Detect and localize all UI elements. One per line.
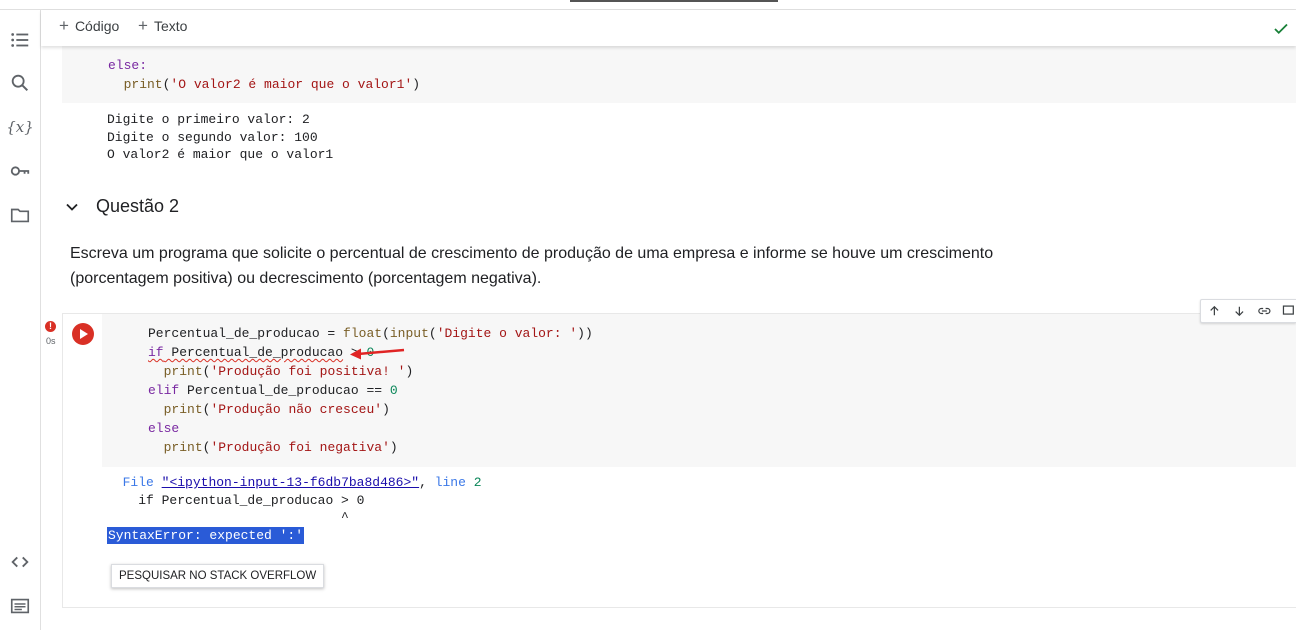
code-line: else xyxy=(148,421,180,436)
cell-code: Percentual_de_producao = float(input('Di… xyxy=(148,324,593,457)
add-text-label: Texto xyxy=(153,18,188,34)
previous-code-cell[interactable]: else: print('O valor2 é maior que o valo… xyxy=(62,40,1296,103)
chevron-down-icon[interactable] xyxy=(62,197,82,217)
cell-action-toolbar xyxy=(1200,299,1296,323)
traceback-file-line: File "<ipython-input-13-f6db7ba8d486>", … xyxy=(122,475,482,490)
code-line: Percentual_de_producao = float(input('Di… xyxy=(148,326,593,341)
code-line: print('Produção foi positiva! ') xyxy=(163,364,414,379)
traceback: File "<ipython-input-13-f6db7ba8d486>", … xyxy=(107,474,482,527)
code-line: if Percentual_de_producao > 0 xyxy=(148,345,374,360)
connected-check-icon[interactable] xyxy=(1272,20,1290,38)
folder-icon[interactable] xyxy=(8,203,32,227)
traceback-file-link[interactable]: "<ipython-input-13-f6db7ba8d486>" xyxy=(162,475,419,490)
code-line: print('O valor2 é maior que o valor1') xyxy=(108,77,421,92)
output-line: O valor2 é maior que o valor1 xyxy=(107,147,334,162)
table-of-contents-icon[interactable] xyxy=(8,28,32,52)
top-link-underline xyxy=(570,0,778,2)
plus-icon: + xyxy=(59,16,69,35)
error-indicator-icon: ! xyxy=(45,321,56,332)
section-title: Questão 2 xyxy=(96,196,180,216)
notebook-toolbar: + Código + Texto xyxy=(41,10,1296,46)
run-cell-button[interactable] xyxy=(72,323,94,345)
code-line: print('Produção foi negativa') xyxy=(163,440,398,455)
add-text-button[interactable]: + Texto xyxy=(138,16,188,35)
syntax-error-message: SyntaxError: expected ':' xyxy=(107,527,305,544)
key-icon[interactable] xyxy=(8,159,32,183)
previous-cell-code: else: print('O valor2 é maior que o valo… xyxy=(108,56,420,94)
previous-cell-output: Digite o primeiro valor: 2 Digite o segun… xyxy=(107,111,333,164)
move-up-icon[interactable] xyxy=(1207,303,1222,319)
traceback-source: if Percentual_de_producao > 0 xyxy=(138,492,365,508)
search-stackoverflow-button[interactable]: PESQUISAR NO STACK OVERFLOW xyxy=(111,564,325,588)
traceback-caret: ^ xyxy=(341,510,349,525)
top-edge xyxy=(0,0,1296,10)
execution-time: 0s xyxy=(46,336,56,346)
terminal-icon[interactable] xyxy=(8,594,32,618)
code-editor[interactable]: Percentual_de_producao = float(input('Di… xyxy=(102,314,1296,467)
code-line: elif Percentual_de_producao == 0 xyxy=(148,383,398,398)
add-code-label: Código xyxy=(74,18,120,34)
move-down-icon[interactable] xyxy=(1232,303,1247,319)
question-description: Escreva um programa que solicite o perce… xyxy=(70,245,994,287)
section-header[interactable]: Questão 2 xyxy=(62,196,179,217)
plus-icon: + xyxy=(138,16,148,35)
left-sidebar: {x} xyxy=(0,10,41,630)
search-icon[interactable] xyxy=(8,71,32,95)
code-snippets-icon[interactable] xyxy=(8,550,32,574)
link-icon[interactable] xyxy=(1257,303,1272,319)
variables-glyph: {x} xyxy=(6,118,34,136)
output-line: Digite o segundo valor: 100 xyxy=(107,129,318,145)
add-code-button[interactable]: + Código xyxy=(59,16,120,35)
variables-icon[interactable]: {x} xyxy=(6,115,34,139)
code-line: else: xyxy=(108,58,148,73)
annotation-arrow xyxy=(350,348,405,360)
output-line: Digite o primeiro valor: 2 xyxy=(107,112,310,127)
comment-icon[interactable] xyxy=(1281,303,1296,319)
code-line: print('Produção não cresceu') xyxy=(163,402,390,417)
